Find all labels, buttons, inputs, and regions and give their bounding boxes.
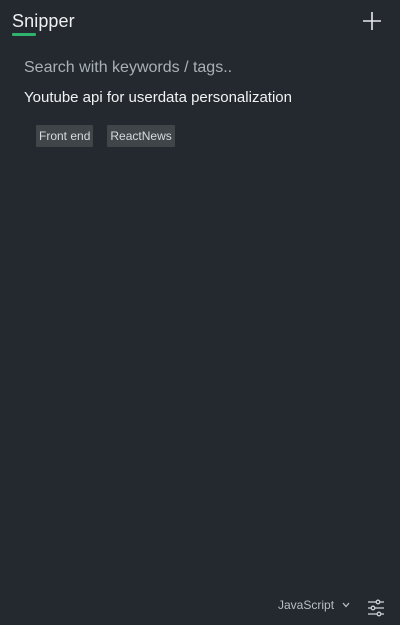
app-window: Snipper Youtube api for userdata persona…: [0, 0, 400, 625]
filter-settings-button[interactable]: [366, 598, 386, 618]
language-label: JavaScript: [278, 598, 335, 612]
chevron-down-icon: [342, 602, 350, 608]
search-input[interactable]: [24, 57, 376, 79]
snippet-tags: Front end ReactNews: [36, 125, 384, 147]
tag-reactnews[interactable]: ReactNews: [107, 125, 175, 147]
tag-front-end[interactable]: Front end: [36, 125, 94, 147]
snippet-title: Youtube api for userdata personalization: [24, 89, 292, 106]
add-snippet-button[interactable]: [360, 9, 384, 33]
language-select[interactable]: JavaScript: [278, 598, 350, 612]
title-underline: [12, 33, 36, 36]
plus-icon: [363, 12, 381, 30]
snippet-item[interactable]: Youtube api for userdata personalization…: [24, 88, 384, 147]
app-title: Snipper: [12, 11, 75, 31]
sliders-icon: [368, 599, 384, 617]
